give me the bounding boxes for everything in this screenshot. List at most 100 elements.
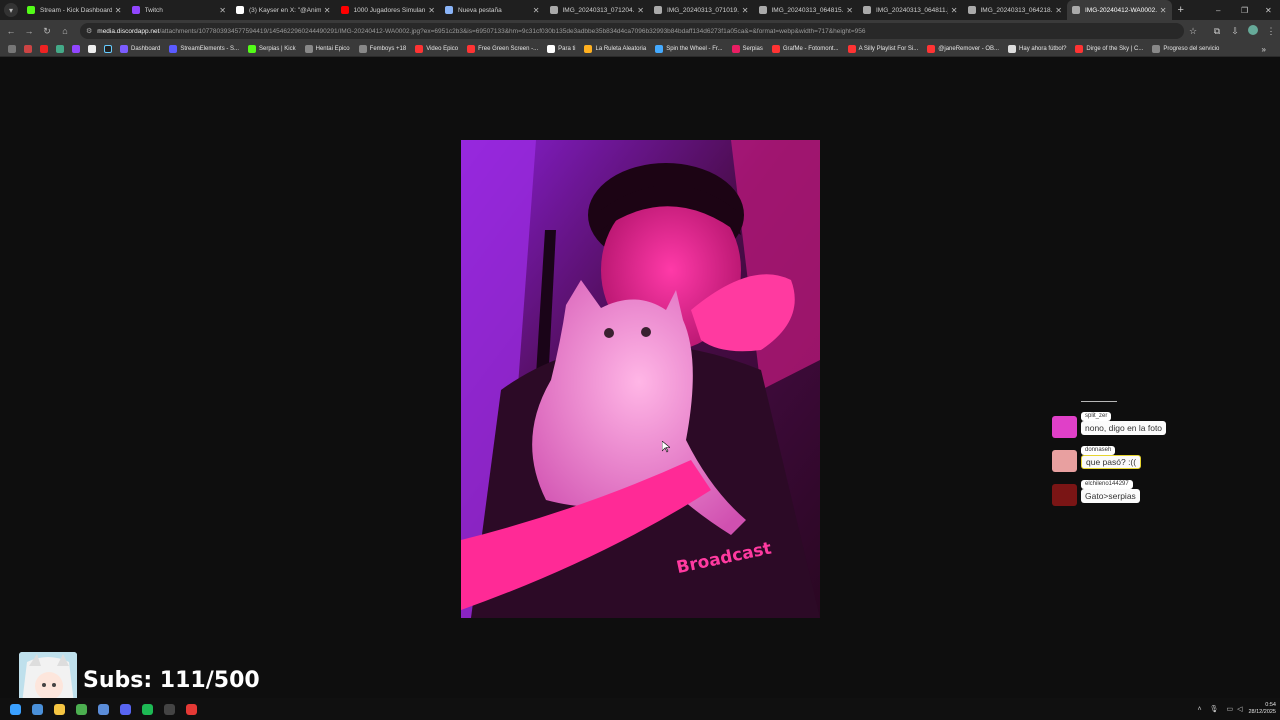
volume-icon[interactable]: ◁ [1237, 705, 1242, 713]
browser-tab[interactable]: IMG_20240313_064815.jp ✕ [754, 0, 859, 20]
browser-tab[interactable]: IMG_20240313_071204.jp ✕ [545, 0, 650, 20]
x-icon[interactable] [88, 45, 96, 53]
network-icon[interactable]: ▭ [1226, 705, 1233, 713]
browser-tab[interactable]: Twitch ✕ [127, 0, 232, 20]
explorer-icon[interactable] [48, 700, 70, 718]
bookmark-item[interactable]: @janeRemover - OB... [927, 45, 999, 53]
profile-icon[interactable] [1244, 25, 1262, 37]
gmail-icon[interactable] [24, 45, 32, 53]
apps-grid-icon[interactable] [8, 45, 16, 53]
extensions-icon[interactable]: ⧉ [1208, 26, 1226, 37]
notepad-icon[interactable] [92, 700, 114, 718]
tab-favicon-icon [131, 6, 140, 14]
tab-close-icon[interactable]: ✕ [846, 6, 853, 15]
bookmark-item[interactable]: Serpias | Kick [248, 45, 296, 53]
bookmark-item[interactable]: La Ruleta Aleatoria [584, 45, 646, 53]
bookmark-item[interactable]: Dashboard [120, 45, 160, 53]
system-tray: ˄ 🎙 ▭ ◁ 0:54 28/12/2025 [1197, 698, 1276, 720]
back-button[interactable]: ← [2, 26, 20, 36]
browser-tab[interactable]: (3) Kayser en X: "@Animu ✕ [231, 0, 336, 20]
bookmark-item[interactable]: Hay ahora fútbol? [1008, 45, 1066, 53]
address-bar[interactable]: ⚙ media.discordapp.net/attachments/10778… [80, 23, 1184, 39]
site-info-icon[interactable]: ⚙ [86, 27, 92, 35]
tab-favicon-icon [236, 6, 244, 14]
obs-icon[interactable] [158, 700, 180, 718]
tab-close-icon[interactable]: ✕ [1055, 6, 1062, 15]
youtube-icon[interactable] [40, 45, 48, 53]
tab-search-icon[interactable]: ▾ [4, 3, 18, 17]
close-window-button[interactable]: ✕ [1265, 0, 1272, 20]
tab-title: 1000 Jugadores Simulan [353, 6, 426, 14]
start-icon[interactable] [4, 700, 26, 718]
spotify-icon[interactable] [136, 700, 158, 718]
search-icon[interactable] [26, 700, 48, 718]
tab-close-icon[interactable]: ✕ [324, 6, 331, 15]
tab-favicon-icon [967, 6, 976, 14]
discord-image[interactable]: Broadcast [461, 140, 820, 618]
clock-time: 0:54 [1265, 702, 1276, 708]
bookmark-item[interactable]: Progreso del servicio [1152, 45, 1219, 53]
browser-tab[interactable]: IMG_20240313_064811.jp ✕ [858, 0, 963, 20]
bookmark-item[interactable]: Video Epico [415, 45, 458, 53]
url-domain: media.discordapp.net [97, 27, 160, 35]
tab-close-icon[interactable]: ✕ [742, 6, 749, 15]
minimize-button[interactable]: – [1216, 0, 1220, 20]
tab-title: IMG_20240313_064815.jp [771, 6, 844, 14]
chrome-icon[interactable] [70, 700, 92, 718]
bookmark-item[interactable]: Hentai Epico [304, 45, 350, 53]
taskbar-apps [4, 700, 202, 718]
bookmark-label: Video Epico [426, 46, 459, 52]
tab-close-icon[interactable]: ✕ [115, 6, 122, 15]
tray-chevron-icon[interactable]: ˄ [1197, 706, 1201, 713]
clock[interactable]: 0:54 28/12/2025 [1248, 702, 1276, 716]
mouse-cursor-icon [662, 441, 670, 453]
maps-icon[interactable] [56, 45, 64, 53]
forward-button[interactable]: → [20, 26, 38, 36]
tab-close-icon[interactable]: ✕ [219, 6, 226, 15]
home-button[interactable]: ⌂ [56, 26, 74, 36]
browser-tab[interactable]: Stream - Kick Dashboard ✕ [22, 0, 127, 20]
browser-tab[interactable]: Nueva pestaña ✕ [440, 0, 545, 20]
bookmark-favicon-icon [1075, 45, 1084, 53]
bookmark-favicon-icon [547, 45, 556, 53]
bookmark-item[interactable]: Serpias [731, 45, 763, 53]
bookmarks-bar: Dashboard StreamElements - S... Serpias | … [0, 42, 1280, 57]
tab-favicon-icon [27, 6, 35, 14]
browser-tab[interactable]: IMG_20240313_071019.jp ✕ [649, 0, 754, 20]
new-tab-button[interactable]: + [1178, 4, 1184, 16]
clock-date: 28/12/2025 [1248, 709, 1276, 715]
more-bookmarks-icon[interactable]: » [1262, 45, 1266, 54]
tab-close-icon[interactable]: ✕ [1160, 6, 1167, 15]
chat-message: elchileno144297 Gato>serpias [1052, 480, 1192, 508]
bookmark-item[interactable]: Para ti [547, 45, 575, 53]
bookmark-favicon-icon [584, 45, 593, 53]
tab-close-icon[interactable]: ✕ [951, 6, 958, 15]
bookmark-item[interactable]: Spin the Wheel - Fr... [655, 45, 723, 53]
twitch-icon[interactable] [72, 45, 80, 53]
tab-close-icon[interactable]: ✕ [533, 6, 540, 15]
chat-text: Gato>serpias [1081, 489, 1140, 503]
tab-close-icon[interactable]: ✕ [637, 6, 644, 15]
star-icon[interactable]: ☆ [1184, 26, 1202, 37]
bookmark-item[interactable]: StreamElements - S... [169, 45, 239, 53]
browser-tab[interactable]: IMG_20240313_064218.jp ✕ [963, 0, 1068, 20]
tiktok-icon[interactable] [104, 45, 112, 53]
tab-close-icon[interactable]: ✕ [428, 6, 435, 15]
mic-icon[interactable]: 🎙 [1210, 705, 1219, 713]
tab-title: Nueva pestaña [458, 6, 502, 14]
reload-button[interactable]: ↻ [38, 26, 56, 37]
browser-tab[interactable]: IMG-20240412-WA0002. ✕ [1067, 0, 1172, 20]
browser-tab[interactable]: 1000 Jugadores Simulan ✕ [336, 0, 441, 20]
bookmark-item[interactable]: Femboys +18 [358, 45, 406, 53]
restore-button[interactable]: ❐ [1241, 0, 1248, 20]
bookmark-item[interactable]: Free Green Screen -... [467, 45, 538, 53]
bookmark-item[interactable]: GrafMe - Fotomont... [771, 45, 839, 53]
discord-icon[interactable] [114, 700, 136, 718]
bookmark-favicon-icon [467, 45, 476, 53]
app-red-icon[interactable] [180, 700, 202, 718]
downloads-icon[interactable]: ⇩ [1226, 26, 1244, 37]
bookmark-item[interactable]: Dirge of the Sky | C... [1075, 45, 1143, 53]
chat-avatar [1052, 484, 1077, 506]
menu-icon[interactable]: ⋮ [1262, 26, 1280, 37]
bookmark-item[interactable]: A Silly Playlist For Si... [847, 45, 918, 53]
